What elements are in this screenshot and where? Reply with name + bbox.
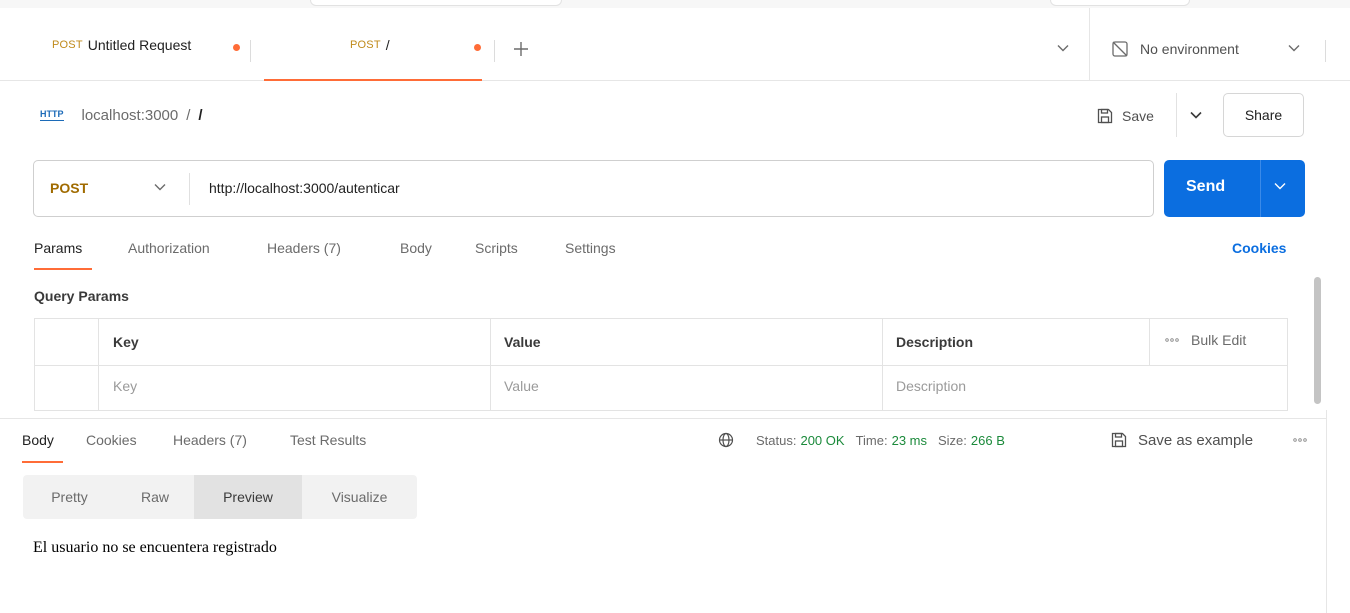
send-divider <box>1260 160 1261 217</box>
view-visualize[interactable]: Visualize <box>302 475 417 519</box>
header-value: Value <box>504 334 541 350</box>
active-tab-indicator <box>264 79 482 81</box>
size-value[interactable]: 266 B <box>971 433 1005 448</box>
share-button[interactable]: Share <box>1223 93 1304 137</box>
tab-response-body[interactable]: Body <box>22 432 54 448</box>
key-input[interactable]: Key <box>113 378 137 394</box>
request-response-divider[interactable] <box>0 418 1326 419</box>
bulk-edit-button[interactable]: Bulk Edit <box>1165 332 1246 348</box>
method-chevron-down-icon[interactable] <box>154 183 166 191</box>
request-scrollbar[interactable] <box>1314 277 1321 404</box>
view-raw[interactable]: Raw <box>116 475 194 519</box>
bulk-edit-label: Bulk Edit <box>1191 332 1247 348</box>
tab-body[interactable]: Body <box>400 240 432 256</box>
send-label: Send <box>1186 178 1226 195</box>
save-icon <box>1110 431 1128 449</box>
request-tabs-bar: POST Untitled Request POST / No environm… <box>0 8 1350 81</box>
environment-chevron-down-icon[interactable] <box>1288 44 1300 52</box>
tabs-overflow-chevron-down-icon[interactable] <box>1057 44 1069 52</box>
description-input[interactable]: Description <box>896 378 966 394</box>
tab-test-results[interactable]: Test Results <box>290 432 366 448</box>
save-button[interactable]: Save <box>1096 99 1154 133</box>
unsaved-dot <box>474 44 481 51</box>
env-divider <box>1089 8 1090 81</box>
save-options-chevron-down-icon[interactable] <box>1176 93 1214 137</box>
tab-post-root[interactable]: POST / <box>350 8 390 81</box>
save-icon <box>1096 107 1114 125</box>
view-pretty[interactable]: Pretty <box>23 475 116 519</box>
request-url-bar: POST http://localhost:3000/autenticar <box>33 160 1154 217</box>
top-pill[interactable] <box>1050 0 1190 6</box>
tab-separator <box>494 40 495 62</box>
tab-method: POST <box>350 38 381 51</box>
tab-untitled-request[interactable]: POST Untitled Request <box>52 8 191 81</box>
tab-authorization[interactable]: Authorization <box>128 240 210 256</box>
send-button[interactable]: Send <box>1164 160 1305 217</box>
header-description: Description <box>896 334 974 350</box>
size-label: Size: <box>938 432 967 448</box>
http-icon: HTTP <box>40 108 64 121</box>
tab-settings[interactable]: Settings <box>565 240 616 256</box>
url-input[interactable]: http://localhost:3000/autenticar <box>209 180 400 196</box>
tab-label: Untitled Request <box>87 36 192 53</box>
row-divider <box>35 365 1287 366</box>
environment-select[interactable]: No environment <box>1140 41 1239 57</box>
time-label: Time: <box>855 432 888 448</box>
tab-scripts[interactable]: Scripts <box>475 240 518 256</box>
status-value[interactable]: 200 OK <box>800 433 844 448</box>
more-options-icon <box>1165 337 1179 343</box>
tab-response-cookies[interactable]: Cookies <box>86 432 137 448</box>
query-params-title: Query Params <box>34 288 129 304</box>
column-divider <box>1149 319 1150 365</box>
value-input[interactable]: Value <box>504 378 539 394</box>
breadcrumb-collection[interactable]: localhost:3000 <box>82 107 179 124</box>
save-label: Save <box>1122 108 1154 124</box>
breadcrumb-separator: / <box>186 106 191 124</box>
breadcrumb: HTTP localhost:3000 / / <box>40 103 203 127</box>
search-pill[interactable] <box>310 0 562 6</box>
url-divider <box>189 173 190 205</box>
tab-headers[interactable]: Headers (7) <box>267 240 341 256</box>
save-as-example-label: Save as example <box>1138 431 1254 449</box>
breadcrumb-current[interactable]: / <box>198 107 202 124</box>
query-params-table: Key Value Description Bulk Edit Key Valu… <box>34 318 1288 411</box>
response-view-toggle: Pretty Raw Preview Visualize <box>23 475 417 519</box>
cookies-link[interactable]: Cookies <box>1232 240 1286 256</box>
tab-params[interactable]: Params <box>34 240 82 256</box>
top-strip <box>0 0 1350 8</box>
tab-response-headers[interactable]: Headers (7) <box>173 432 247 448</box>
tab-method: POST <box>52 38 83 51</box>
right-panel-border <box>1326 410 1327 613</box>
no-environment-icon <box>1111 40 1129 58</box>
time-value[interactable]: 23 ms <box>892 433 927 448</box>
save-as-example-button[interactable]: Save as example <box>1110 430 1253 450</box>
method-select[interactable]: POST <box>50 180 88 196</box>
params-tab-indicator <box>34 268 92 270</box>
new-tab-plus-icon[interactable] <box>512 40 530 58</box>
response-status-bar: Status: 200 OK Time: 23 ms Size: 266 B <box>718 430 1005 450</box>
header-key: Key <box>113 334 139 350</box>
tab-separator <box>250 40 251 62</box>
status-label: Status: <box>756 432 797 448</box>
tab-label: / <box>385 36 390 53</box>
body-tab-indicator <box>22 461 63 463</box>
unsaved-dot <box>233 44 240 51</box>
send-options-chevron-down-icon[interactable] <box>1274 182 1286 190</box>
response-more-options-icon[interactable] <box>1293 437 1307 443</box>
view-preview[interactable]: Preview <box>194 475 302 519</box>
response-preview-text: El usuario no se encuentera registrado <box>33 539 277 556</box>
network-globe-icon[interactable] <box>718 432 734 448</box>
env-end-divider <box>1325 40 1326 62</box>
